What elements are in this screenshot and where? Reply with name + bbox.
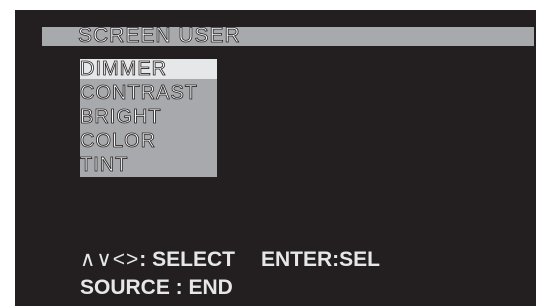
source-instruction: SOURCE : END xyxy=(80,276,233,299)
menu-title: SCREEN USER xyxy=(78,24,241,47)
nav-arrows-icon: ∧∨<> xyxy=(80,248,140,271)
footer-instructions-line2: SOURCE : END xyxy=(80,276,233,300)
menu-item-contrast[interactable]: CONTRAST xyxy=(80,83,198,104)
osd-screen: SCREEN USER DIMMER CONTRAST BRIGHT COLOR… xyxy=(15,10,536,306)
menu-item-tint[interactable]: TINT xyxy=(80,155,128,176)
menu-item-bright[interactable]: BRIGHT xyxy=(80,107,162,128)
enter-instruction: ENTER:SEL xyxy=(260,248,380,271)
select-instruction: : SELECT xyxy=(139,248,235,271)
menu-item-dimmer[interactable]: DIMMER xyxy=(80,59,217,79)
menu-item-color[interactable]: COLOR xyxy=(80,131,156,152)
footer-instructions-line1: ∧∨<>: SELECT ENTER:SEL xyxy=(80,248,380,272)
